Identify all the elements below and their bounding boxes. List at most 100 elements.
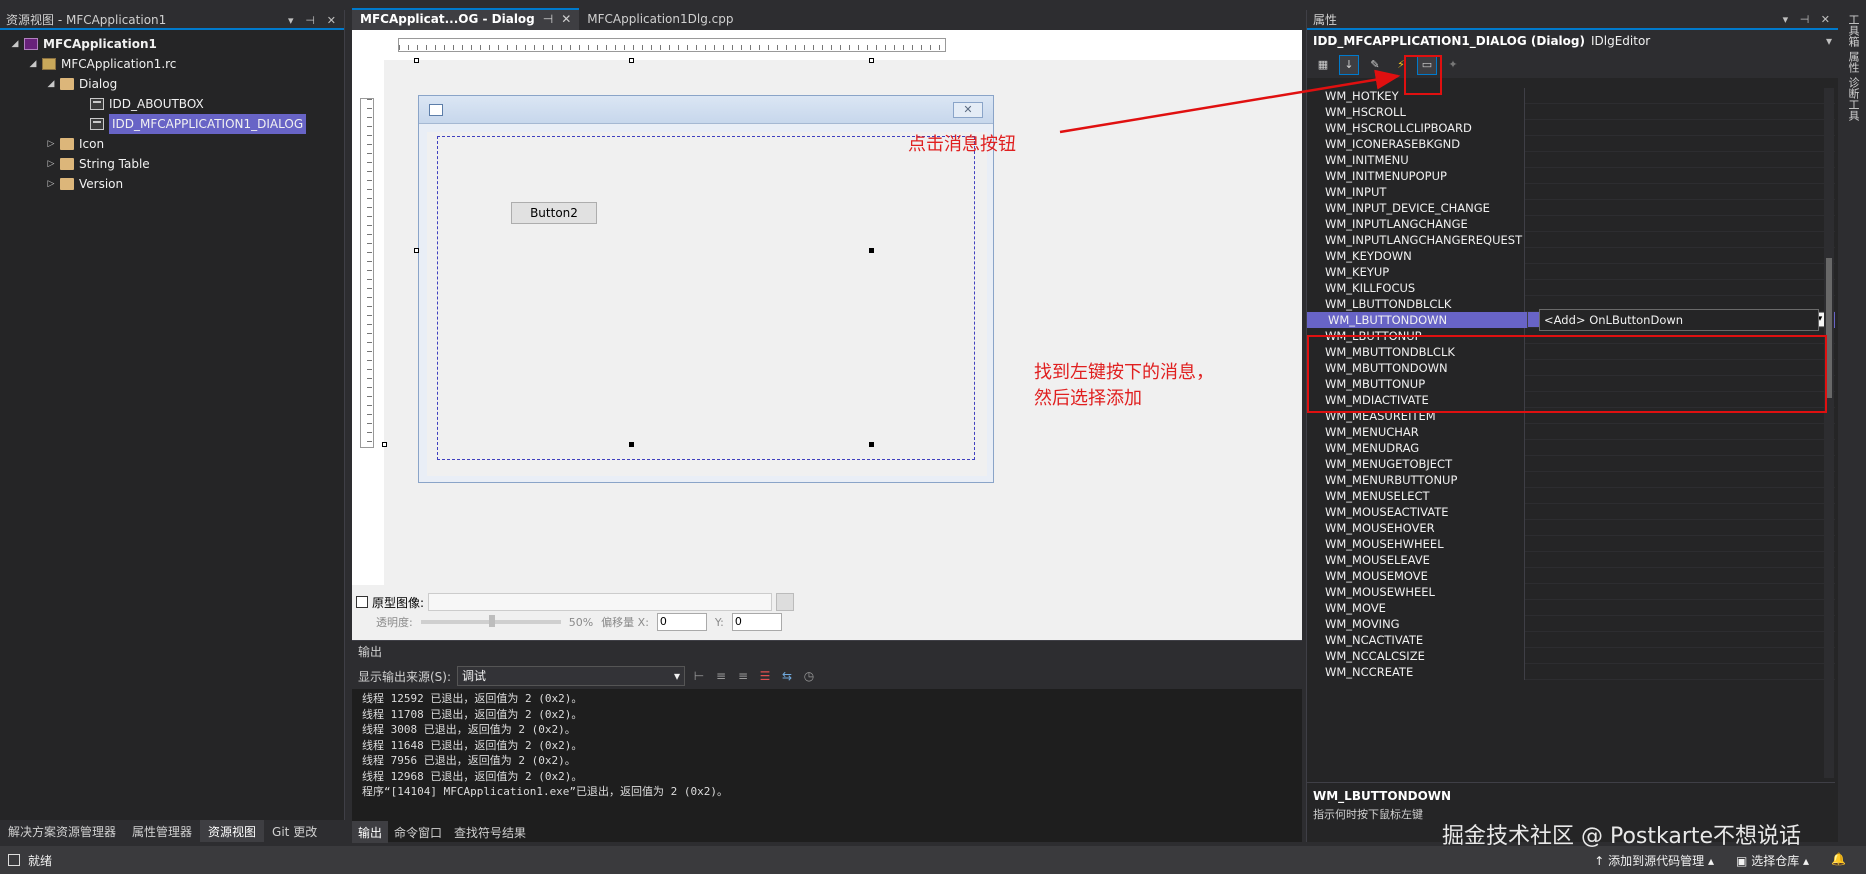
panel-menu-icon[interactable]: ▾ bbox=[1783, 13, 1789, 26]
tab-output[interactable]: 输出 bbox=[352, 821, 389, 843]
message-row[interactable]: WM_NCCALCSIZE bbox=[1307, 648, 1835, 664]
previous-message-icon[interactable]: ≡ bbox=[713, 668, 729, 684]
panel-menu-icon[interactable]: ▾ bbox=[288, 14, 294, 27]
browse-button[interactable] bbox=[776, 593, 795, 611]
message-row[interactable]: WM_MENUCHAR bbox=[1307, 424, 1835, 440]
message-row[interactable]: WM_MENUDRAG bbox=[1307, 440, 1835, 456]
message-handler-value[interactable] bbox=[1525, 424, 1835, 440]
object-selector[interactable]: IDD_MFCAPPLICATION1_DIALOG (Dialog) IDlg… bbox=[1307, 30, 1838, 52]
tree-item[interactable]: IDD_ABOUTBOX bbox=[0, 94, 344, 114]
message-row[interactable]: WM_MENUGETOBJECT bbox=[1307, 456, 1835, 472]
message-handler-value[interactable] bbox=[1525, 600, 1835, 616]
tab-find-symbol-results[interactable]: 查找符号结果 bbox=[448, 821, 532, 843]
message-handler-value[interactable] bbox=[1525, 184, 1835, 200]
expander-icon[interactable]: ▷ bbox=[44, 154, 58, 174]
message-handler-value[interactable] bbox=[1525, 488, 1835, 504]
side-tab-diagnostics[interactable]: 诊断工具 bbox=[1845, 77, 1861, 121]
find-message-icon[interactable]: ⊢ bbox=[691, 668, 707, 684]
message-handler-value[interactable] bbox=[1525, 136, 1835, 152]
message-row[interactable]: WM_HSCROLLCLIPBOARD bbox=[1307, 120, 1835, 136]
message-row[interactable]: WM_KILLFOCUS bbox=[1307, 280, 1835, 296]
message-row[interactable]: WM_NCCREATE bbox=[1307, 664, 1835, 680]
message-handler-value[interactable] bbox=[1525, 616, 1835, 632]
tab-dialog-editor[interactable]: MFCApplicat...OG - Dialog ⊣ ✕ bbox=[352, 8, 580, 30]
resize-handle[interactable] bbox=[414, 248, 419, 253]
tab-solution-explorer[interactable]: 解决方案资源管理器 bbox=[0, 820, 124, 842]
tree-item[interactable]: ◢ Dialog bbox=[0, 74, 344, 94]
output-source-select[interactable]: 调试 ▾ bbox=[457, 666, 686, 686]
timestamp-icon[interactable]: ◷ bbox=[801, 668, 817, 684]
tree-item[interactable]: ▷ Version bbox=[0, 174, 344, 194]
message-row[interactable]: WM_MOUSEMOVE bbox=[1307, 568, 1835, 584]
message-row[interactable]: WM_MOUSEACTIVATE bbox=[1307, 504, 1835, 520]
message-row[interactable]: WM_INITMENU bbox=[1307, 152, 1835, 168]
resize-handle[interactable] bbox=[869, 248, 874, 253]
add-handler-option[interactable]: <Add> OnLButtonDown bbox=[1539, 309, 1819, 331]
message-handler-value[interactable] bbox=[1525, 216, 1835, 232]
tab-command-window[interactable]: 命令窗口 bbox=[388, 821, 448, 843]
message-row[interactable]: WM_INPUT bbox=[1307, 184, 1835, 200]
dialog-close-icon[interactable]: ✕ bbox=[953, 102, 983, 118]
message-handler-value[interactable] bbox=[1525, 264, 1835, 280]
message-handler-value[interactable] bbox=[1525, 248, 1835, 264]
message-handler-value[interactable] bbox=[1525, 120, 1835, 136]
resize-handle[interactable] bbox=[869, 442, 874, 447]
close-tab-icon[interactable]: ✕ bbox=[561, 10, 571, 30]
message-handler-value[interactable] bbox=[1525, 232, 1835, 248]
message-handler-value[interactable] bbox=[1525, 200, 1835, 216]
transparency-slider[interactable] bbox=[420, 615, 561, 627]
message-handler-value[interactable] bbox=[1525, 536, 1835, 552]
add-to-source-control[interactable]: ↑ 添加到源代码管理 ▴ bbox=[1594, 852, 1714, 869]
message-row[interactable]: WM_NCACTIVATE bbox=[1307, 632, 1835, 648]
expander-icon[interactable]: ▷ bbox=[44, 174, 58, 194]
vertical-ruler[interactable] bbox=[360, 98, 374, 448]
message-row[interactable]: WM_MOUSELEAVE bbox=[1307, 552, 1835, 568]
message-row[interactable]: WM_MOUSEHOVER bbox=[1307, 520, 1835, 536]
message-row[interactable]: WM_ICONERASEBKGND bbox=[1307, 136, 1835, 152]
resize-handle[interactable] bbox=[414, 58, 419, 63]
resize-handle[interactable] bbox=[382, 442, 387, 447]
message-handler-value[interactable] bbox=[1525, 664, 1835, 680]
side-tab-toolbox[interactable]: 工具箱 bbox=[1845, 14, 1861, 47]
tab-property-manager[interactable]: 属性管理器 bbox=[124, 820, 200, 842]
tab-git-changes[interactable]: Git 更改 bbox=[264, 820, 325, 842]
offset-x-spinner[interactable]: 0 bbox=[656, 613, 707, 631]
message-handler-value[interactable] bbox=[1525, 456, 1835, 472]
message-row[interactable]: WM_HSCROLL bbox=[1307, 104, 1835, 120]
output-text[interactable]: 线程 12592 已退出，返回值为 2 (0x2)。 线程 11708 已退出，返… bbox=[352, 689, 1302, 802]
message-handler-value[interactable] bbox=[1525, 632, 1835, 648]
dialog-client-area[interactable]: Button2 bbox=[427, 132, 987, 476]
resize-handle[interactable] bbox=[629, 58, 634, 63]
message-row[interactable]: WM_MOUSEHWHEEL bbox=[1307, 536, 1835, 552]
message-row[interactable]: WM_KEYUP bbox=[1307, 264, 1835, 280]
button2-control[interactable]: Button2 bbox=[511, 202, 597, 224]
prototype-image-checkbox[interactable] bbox=[356, 596, 368, 608]
design-surface[interactable]: ✕ Button2 bbox=[382, 58, 1302, 610]
message-handler-value[interactable] bbox=[1525, 88, 1835, 104]
tree-item[interactable]: ▷ String Table bbox=[0, 154, 344, 174]
expander-icon[interactable]: ◢ bbox=[44, 74, 58, 94]
message-handler-value[interactable] bbox=[1525, 552, 1835, 568]
message-handler-value[interactable] bbox=[1525, 168, 1835, 184]
expander-icon[interactable]: ◢ bbox=[26, 54, 40, 74]
message-row[interactable]: WM_MENURBUTTONUP bbox=[1307, 472, 1835, 488]
close-icon[interactable]: ✕ bbox=[1821, 13, 1830, 26]
expander-icon[interactable]: ◢ bbox=[8, 34, 22, 54]
message-row[interactable]: WM_INPUTLANGCHANGEREQUEST bbox=[1307, 232, 1835, 248]
offset-y-spinner[interactable]: 0 bbox=[731, 613, 782, 631]
message-handler-value[interactable] bbox=[1525, 504, 1835, 520]
overrides-icon[interactable]: ✦ bbox=[1443, 55, 1463, 75]
message-row[interactable]: WM_KEYDOWN bbox=[1307, 248, 1835, 264]
message-row[interactable]: WM_MOUSEWHEEL bbox=[1307, 584, 1835, 600]
message-row[interactable]: WM_MOVING bbox=[1307, 616, 1835, 632]
notifications-icon[interactable]: 🔔 bbox=[1831, 852, 1846, 869]
resize-handle[interactable] bbox=[869, 58, 874, 63]
message-row[interactable]: WM_INPUTLANGCHANGE bbox=[1307, 216, 1835, 232]
expander-icon[interactable]: ▷ bbox=[44, 134, 58, 154]
message-handler-value[interactable] bbox=[1525, 520, 1835, 536]
message-handler-value[interactable] bbox=[1525, 280, 1835, 296]
tree-item[interactable]: ▷ Icon bbox=[0, 134, 344, 154]
toggle-word-wrap-icon[interactable]: ⇆ bbox=[779, 668, 795, 684]
message-row[interactable]: WM_MOVE bbox=[1307, 600, 1835, 616]
tree-item[interactable]: IDD_MFCAPPLICATION1_DIALOG bbox=[0, 114, 344, 134]
